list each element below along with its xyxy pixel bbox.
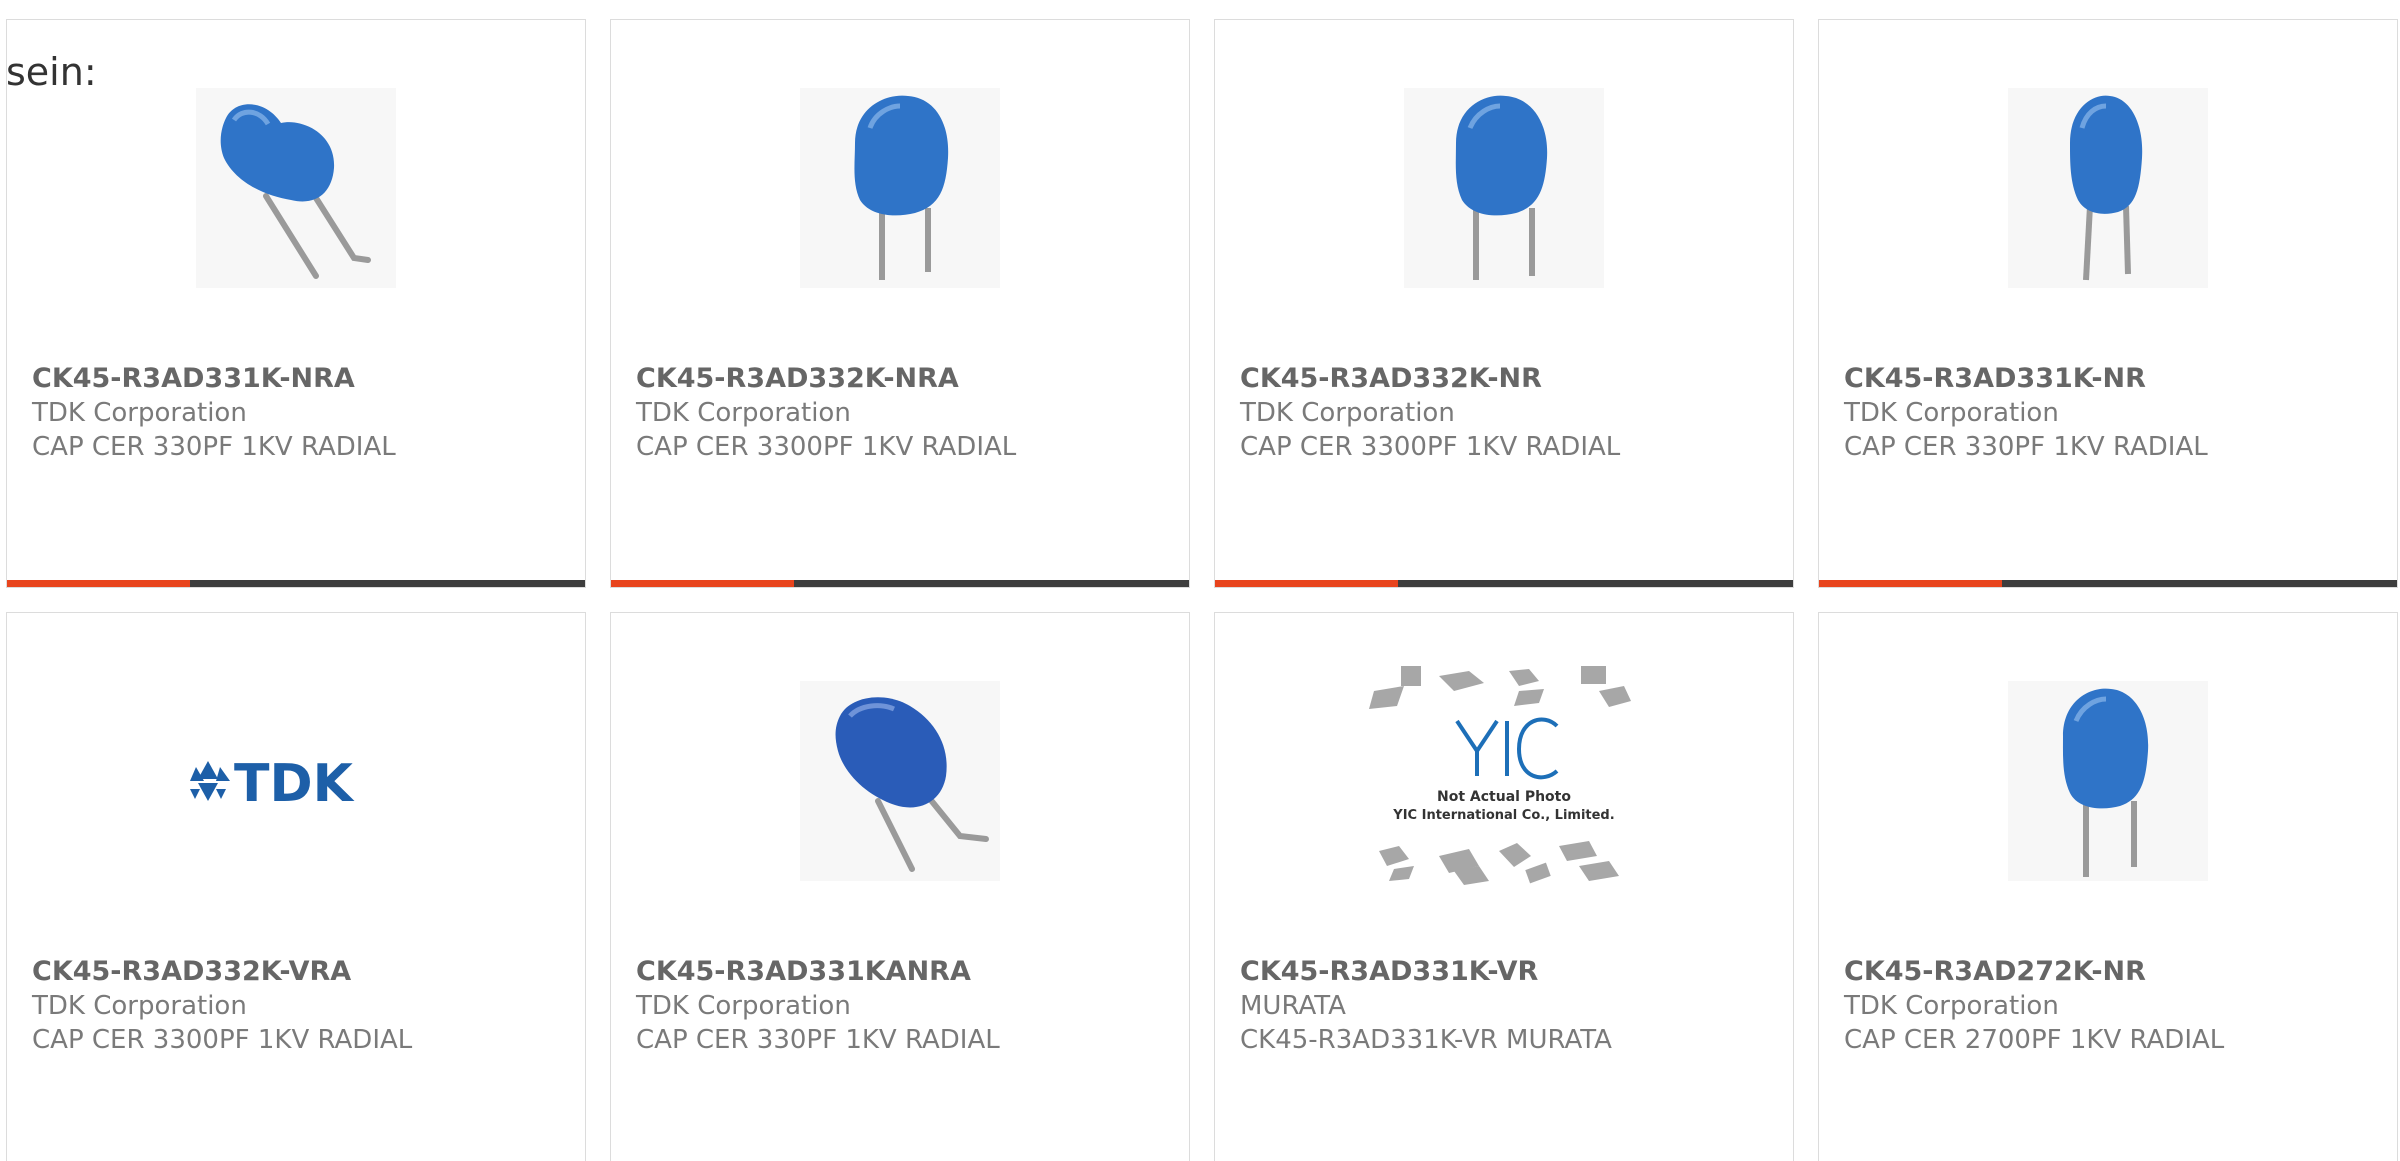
capacitor-bent-icon	[800, 681, 1000, 881]
product-image[interactable]	[611, 681, 1189, 881]
product-card[interactable]: CK45-R3AD332K-NR TDK Corporation CAP CER…	[1214, 19, 1794, 588]
product-card[interactable]: CK45-R3AD331K-NRA TDK Corporation CAP CE…	[6, 19, 586, 588]
product-image[interactable]	[611, 88, 1189, 288]
card-bottom-bar	[611, 580, 1189, 587]
manufacturer-label: MURATA	[1240, 991, 1346, 1021]
part-number-link[interactable]: CK45-R3AD331K-VR	[1240, 955, 1773, 989]
description-label: CAP CER 2700PF 1KV RADIAL	[1844, 1025, 2225, 1055]
product-image[interactable]	[1819, 681, 2397, 881]
part-number-link[interactable]: CK45-R3AD272K-NR	[1844, 955, 2377, 989]
description-label: CAP CER 330PF 1KV RADIAL	[636, 1025, 1000, 1055]
product-card[interactable]: CK45-R3AD331K-NR TDK Corporation CAP CER…	[1818, 19, 2398, 588]
placeholder-image-icon: Not Actual Photo YIC International Co., …	[1369, 666, 1631, 885]
product-card[interactable]: CK45-R3AD331KANRA TDK Corporation CAP CE…	[610, 612, 1190, 1161]
product-info: CK45-R3AD331K-NRA TDK Corporation CAP CE…	[32, 362, 565, 464]
part-number-link[interactable]: CK45-R3AD332K-VRA	[32, 955, 565, 989]
product-image[interactable]	[1819, 88, 2397, 288]
product-grid: CK45-R3AD331K-NRA TDK Corporation CAP CE…	[6, 19, 2400, 1161]
description-label: CAP CER 3300PF 1KV RADIAL	[1240, 432, 1621, 462]
description-label: CK45-R3AD331K-VR MURATA	[1240, 1025, 1612, 1055]
card-bottom-bar	[1215, 580, 1793, 587]
capacitor-straight-icon	[1404, 88, 1604, 288]
tdk-logo-icon: TDK	[190, 754, 355, 814]
part-number-link[interactable]: CK45-R3AD331K-NRA	[32, 362, 565, 396]
card-accent-bar	[7, 580, 190, 587]
manufacturer-label: TDK Corporation	[1844, 991, 2059, 1021]
product-info: CK45-R3AD272K-NR TDK Corporation CAP CER…	[1844, 955, 2377, 1057]
product-card[interactable]: TDK CK45-R3AD332K-VRA TDK Corporation CA…	[6, 612, 586, 1161]
card-bottom-bar	[7, 580, 585, 587]
capacitor-straight-icon	[800, 88, 1000, 288]
manufacturer-label: TDK Corporation	[636, 398, 851, 428]
product-info: CK45-R3AD332K-NR TDK Corporation CAP CER…	[1240, 362, 1773, 464]
part-number-link[interactable]: CK45-R3AD331KANRA	[636, 955, 1169, 989]
page: sein: CK45-R3AD331K-NRA TDK Corporation …	[0, 0, 2400, 1161]
product-image[interactable]: Not Actual Photo YIC International Co., …	[1215, 666, 1793, 885]
manufacturer-label: TDK Corporation	[32, 398, 247, 428]
product-info: CK45-R3AD332K-NRA TDK Corporation CAP CE…	[636, 362, 1169, 464]
description-label: CAP CER 3300PF 1KV RADIAL	[636, 432, 1017, 462]
svg-text:TDK: TDK	[234, 754, 355, 814]
card-accent-bar	[1819, 580, 2002, 587]
product-info: CK45-R3AD331K-VR MURATA CK45-R3AD331K-VR…	[1240, 955, 1773, 1057]
product-card[interactable]: CK45-R3AD332K-NRA TDK Corporation CAP CE…	[610, 19, 1190, 588]
card-bottom-bar	[1819, 580, 2397, 587]
description-label: CAP CER 330PF 1KV RADIAL	[1844, 432, 2208, 462]
svg-text:YIC International Co., Limited: YIC International Co., Limited.	[1392, 808, 1614, 823]
part-number-link[interactable]: CK45-R3AD331K-NR	[1844, 362, 2377, 396]
manufacturer-label: TDK Corporation	[1844, 398, 2059, 428]
description-label: CAP CER 3300PF 1KV RADIAL	[32, 1025, 413, 1055]
capacitor-straight-icon	[2008, 681, 2208, 881]
product-image[interactable]	[7, 88, 585, 288]
svg-text:Not Actual Photo: Not Actual Photo	[1437, 789, 1571, 805]
manufacturer-label: TDK Corporation	[32, 991, 247, 1021]
description-label: CAP CER 330PF 1KV RADIAL	[32, 432, 396, 462]
product-info: CK45-R3AD331KANRA TDK Corporation CAP CE…	[636, 955, 1169, 1057]
capacitor-bent-icon	[196, 88, 396, 288]
manufacturer-label: TDK Corporation	[1240, 398, 1455, 428]
product-info: CK45-R3AD332K-VRA TDK Corporation CAP CE…	[32, 955, 565, 1057]
product-info: CK45-R3AD331K-NR TDK Corporation CAP CER…	[1844, 362, 2377, 464]
part-number-link[interactable]: CK45-R3AD332K-NRA	[636, 362, 1169, 396]
card-accent-bar	[1215, 580, 1398, 587]
card-accent-bar	[611, 580, 794, 587]
product-card[interactable]: Not Actual Photo YIC International Co., …	[1214, 612, 1794, 1161]
product-card[interactable]: CK45-R3AD272K-NR TDK Corporation CAP CER…	[1818, 612, 2398, 1161]
product-image[interactable]: TDK	[7, 681, 585, 881]
manufacturer-label: TDK Corporation	[636, 991, 851, 1021]
intro-text: sein:	[6, 50, 97, 94]
product-image[interactable]	[1215, 88, 1793, 288]
part-number-link[interactable]: CK45-R3AD332K-NR	[1240, 362, 1773, 396]
capacitor-straight-icon	[2008, 88, 2208, 288]
